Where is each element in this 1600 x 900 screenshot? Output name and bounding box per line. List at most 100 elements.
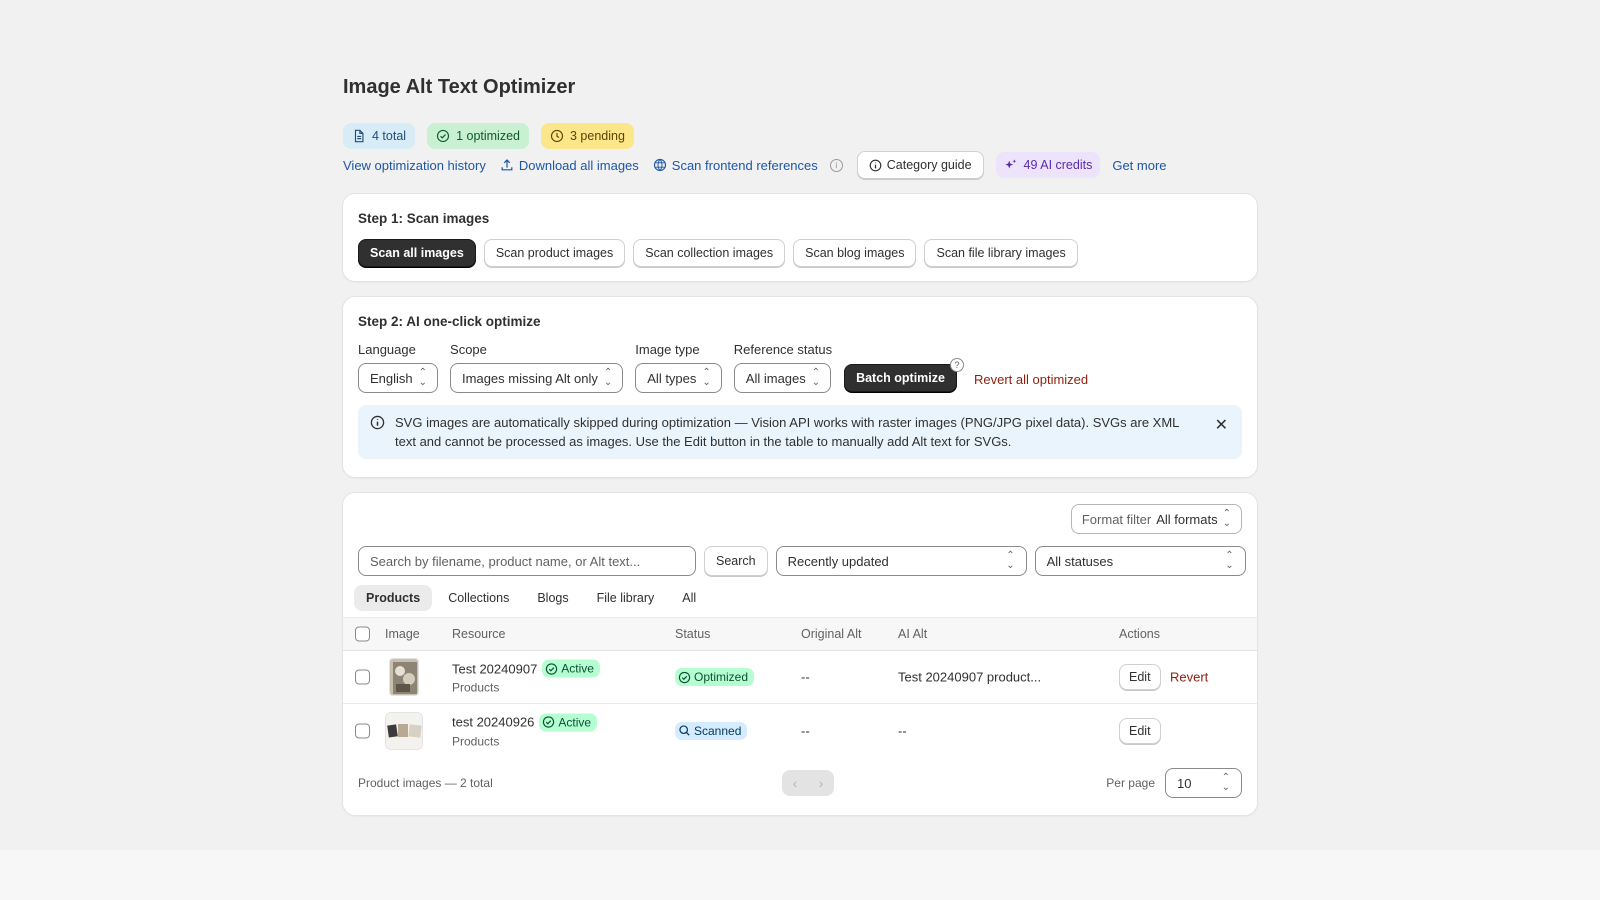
tab-all[interactable]: All — [670, 585, 708, 611]
scan-all-images-button[interactable]: Scan all images — [358, 239, 476, 267]
ai-credits-badge: 49 AI credits — [995, 152, 1101, 178]
per-page-label: Per page — [1106, 776, 1155, 790]
per-page-value: 10 — [1177, 775, 1192, 791]
total-badge: 4 total — [343, 123, 416, 149]
chevron-updown-icon: ⌃ ⌄ — [1225, 550, 1234, 571]
scan-file-library-images-button[interactable]: Scan file library images — [924, 239, 1078, 267]
images-table: Image Resource Status Original Alt AI Al… — [343, 617, 1257, 757]
globe-icon — [653, 158, 666, 172]
download-all-label: Download all images — [518, 157, 639, 173]
language-label: Language — [358, 342, 416, 357]
revert-button[interactable]: Revert — [1170, 670, 1208, 685]
sort-value: Recently updated — [787, 553, 889, 569]
status-label: Optimized — [694, 670, 749, 684]
status-badge: Optimized — [675, 668, 755, 686]
table-row: Test 20240907 Active Products Optimized … — [343, 651, 1257, 704]
status-label: Scanned — [694, 723, 742, 738]
scope-select[interactable]: Images missing Alt only ⌃ ⌄ — [450, 363, 624, 393]
previous-page-icon[interactable]: ‹ — [793, 775, 798, 791]
search-row: Search by filename, product name, or Alt… — [358, 546, 1246, 576]
status-filter-select[interactable]: All statuses ⌃ ⌄ — [1034, 546, 1246, 576]
optimize-card: Step 2: AI one-click optimize Language E… — [343, 297, 1257, 477]
scan-frontend-link[interactable]: Scan frontend references — [653, 158, 818, 173]
check-circle-icon — [436, 129, 450, 143]
pagination: ‹ › — [782, 770, 834, 796]
check-circle-icon — [543, 716, 555, 728]
category-guide-label: Category guide — [886, 158, 972, 172]
row-checkbox[interactable] — [355, 669, 370, 685]
resource-name[interactable]: test 20240926 — [452, 715, 534, 730]
edit-button[interactable]: Edit — [1119, 664, 1161, 690]
tab-blogs[interactable]: Blogs — [525, 585, 580, 611]
next-page-icon[interactable]: › — [819, 775, 824, 791]
format-filter-value: All formats — [1156, 511, 1218, 527]
step2-title: Step 2: AI one-click optimize — [358, 313, 541, 329]
category-guide-button[interactable]: Category guide — [856, 151, 984, 179]
total-badge-label: 4 total — [372, 129, 407, 143]
product-image — [386, 712, 422, 749]
image-type-value: All types — [647, 370, 697, 386]
resource-tabs: Products Collections Blogs File library … — [354, 585, 708, 611]
document-icon — [354, 129, 364, 143]
resource-cell: Test 20240907 Active Products — [452, 659, 600, 695]
download-all-link[interactable]: Download all images — [500, 158, 639, 173]
search-icon — [679, 725, 690, 736]
close-icon[interactable]: ✕ — [1215, 415, 1228, 435]
reference-status-field: Reference status All images ⌃ ⌄ — [733, 342, 832, 393]
tab-products[interactable]: Products — [354, 585, 433, 611]
toolbar: View optimization history Download all i… — [343, 151, 1257, 179]
edit-button[interactable]: Edit — [1119, 717, 1161, 744]
column-image: Image — [385, 627, 420, 641]
format-filter-select[interactable]: Format filter All formats ⌃ ⌄ — [1070, 504, 1242, 534]
image-type-select[interactable]: All types ⌃ ⌄ — [635, 363, 722, 393]
scan-collection-images-button[interactable]: Scan collection images — [633, 239, 786, 267]
reference-status-select[interactable]: All images ⌃ ⌄ — [733, 363, 832, 393]
select-all-checkbox[interactable] — [355, 626, 370, 642]
image-type-field: Image type All types ⌃ ⌄ — [635, 342, 722, 393]
product-thumbnail[interactable] — [385, 711, 423, 750]
language-select[interactable]: English ⌃ ⌄ — [358, 363, 439, 393]
column-ai-alt: AI Alt — [898, 627, 928, 641]
active-badge-label: Active — [558, 715, 592, 729]
status-badge: Scanned — [675, 721, 748, 740]
batch-optimize-button[interactable]: Batch optimize — [844, 364, 957, 392]
scan-buttons: Scan all images Scan product images Scan… — [358, 239, 1242, 267]
page-footer-band — [0, 850, 1600, 900]
scan-product-images-button[interactable]: Scan product images — [483, 239, 626, 267]
table-row: test 20240926 Active Products Scanned --… — [343, 704, 1257, 757]
search-button[interactable]: Search — [704, 546, 768, 576]
search-input[interactable]: Search by filename, product name, or Alt… — [358, 546, 696, 576]
status-filter-value: All statuses — [1046, 553, 1114, 569]
get-more-link[interactable]: Get more — [1112, 158, 1166, 173]
help-icon[interactable]: ? — [949, 358, 964, 372]
tab-file-library[interactable]: File library — [585, 585, 667, 611]
per-page-select[interactable]: 10 ⌃ ⌄ — [1165, 768, 1242, 798]
language-field: Language English ⌃ ⌄ — [358, 342, 439, 393]
app-page: Image Alt Text Optimizer 4 total 1 optim… — [343, 70, 1257, 815]
chevron-updown-icon: ⌃ ⌄ — [1221, 772, 1230, 793]
product-image — [390, 659, 418, 695]
optimized-badge-label: 1 optimized — [456, 129, 520, 143]
resource-name[interactable]: Test 20240907 — [452, 661, 537, 676]
language-value: English — [370, 370, 413, 386]
chevron-updown-icon: ⌃ ⌄ — [418, 367, 428, 388]
scope-value: Images missing Alt only — [462, 370, 598, 386]
sort-select[interactable]: Recently updated ⌃ ⌄ — [775, 546, 1027, 576]
pending-badge: 3 pending — [541, 123, 634, 149]
clock-icon — [550, 129, 564, 143]
scan-blog-images-button[interactable]: Scan blog images — [793, 239, 917, 267]
info-icon[interactable]: i — [829, 158, 843, 172]
product-thumbnail[interactable] — [389, 658, 419, 696]
active-badge: Active — [542, 659, 600, 678]
revert-all-link[interactable]: Revert all optimized — [974, 372, 1088, 393]
view-history-link[interactable]: View optimization history — [343, 158, 486, 173]
tab-collections[interactable]: Collections — [436, 585, 521, 611]
chevron-updown-icon: ⌃ ⌄ — [1006, 550, 1015, 571]
scan-frontend-label: Scan frontend references — [671, 157, 818, 173]
original-alt: -- — [801, 723, 810, 738]
ai-alt: Test 20240907 product... — [898, 669, 1042, 685]
row-checkbox[interactable] — [355, 723, 370, 738]
column-actions: Actions — [1119, 627, 1160, 641]
batch-optimize-wrap: Batch optimize ? — [844, 358, 964, 393]
optimized-badge: 1 optimized — [427, 123, 529, 149]
